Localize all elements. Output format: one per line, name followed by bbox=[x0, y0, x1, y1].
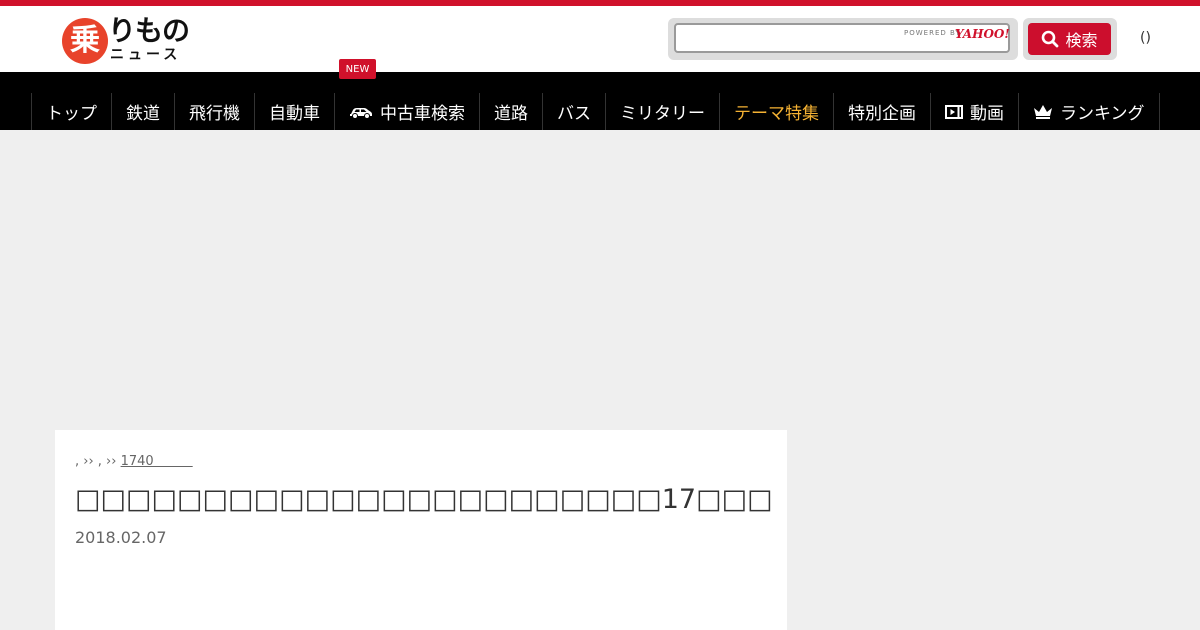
nav-item-military[interactable]: ミリタリー bbox=[606, 93, 720, 130]
logo-text-top: りもの bbox=[108, 14, 190, 47]
article-date: 2018.02.07 bbox=[75, 528, 167, 547]
nav-item-used-car-search[interactable]: 中古車検索 bbox=[335, 93, 480, 130]
nav-item-label: ミリタリー bbox=[620, 104, 705, 124]
nav-item-label: バス bbox=[557, 104, 591, 124]
account-link[interactable]: () bbox=[1140, 30, 1151, 46]
video-icon bbox=[945, 104, 963, 119]
nav-item-label: 道路 bbox=[494, 104, 528, 124]
site-logo[interactable]: 乗 りもの ニュース bbox=[62, 14, 202, 64]
nav-items: トップ 鉄道 飛行機 自動車 中古車検索 道路 バス ミリタリー テーマ特集 特… bbox=[31, 93, 1160, 130]
logo-mark: 乗 bbox=[62, 18, 108, 64]
breadcrumb: , ›› , ›› 1740 bbox=[75, 450, 193, 469]
crown-icon bbox=[1033, 104, 1053, 120]
new-badge: NEW bbox=[339, 59, 376, 79]
breadcrumb-link[interactable]: 1740 bbox=[121, 454, 193, 469]
breadcrumb-prefix: , ›› , ›› bbox=[75, 454, 121, 469]
nav-item-road[interactable]: 道路 bbox=[480, 93, 543, 130]
main-nav: トップ 鉄道 飛行機 自動車 中古車検索 道路 バス ミリタリー テーマ特集 特… bbox=[0, 72, 1200, 130]
powered-by-label: POWERED BY bbox=[904, 29, 961, 37]
nav-item-video[interactable]: 動画 bbox=[931, 93, 1019, 130]
nav-item-ranking[interactable]: ランキング bbox=[1019, 93, 1160, 130]
nav-item-theme[interactable]: テーマ特集 bbox=[720, 93, 834, 130]
nav-item-label: 自動車 bbox=[269, 104, 320, 124]
nav-item-label: 中古車検索 bbox=[380, 104, 465, 124]
logo-text-bottom: ニュース bbox=[110, 47, 182, 63]
yahoo-logo: YAHOO! bbox=[955, 27, 1010, 41]
nav-item-label: テーマ特集 bbox=[734, 104, 819, 124]
nav-item-label: 動画 bbox=[970, 104, 1004, 124]
search-icon bbox=[1041, 30, 1059, 48]
nav-item-label: ランキング bbox=[1060, 104, 1145, 124]
nav-item-car[interactable]: 自動車 bbox=[255, 93, 335, 130]
nav-item-bus[interactable]: バス bbox=[543, 93, 606, 130]
nav-item-label: 鉄道 bbox=[126, 104, 160, 124]
nav-item-aircraft[interactable]: 飛行機 bbox=[175, 93, 255, 130]
nav-item-label: 特別企画 bbox=[848, 104, 916, 124]
nav-item-special[interactable]: 特別企画 bbox=[834, 93, 931, 130]
car-icon bbox=[349, 105, 373, 119]
nav-item-label: トップ bbox=[46, 104, 97, 124]
nav-item-top[interactable]: トップ bbox=[32, 93, 112, 130]
search-button-label: 検索 bbox=[1065, 31, 1098, 50]
search-button[interactable]: 検索 bbox=[1028, 23, 1111, 55]
nav-item-railway[interactable]: 鉄道 bbox=[112, 93, 175, 130]
search-button-frame: 検索 bbox=[1023, 18, 1117, 60]
nav-item-label: 飛行機 bbox=[189, 104, 240, 124]
article-card: , ›› , ›› 1740 □□□□□□□□□□□□□□□□□□□□□□□17… bbox=[55, 430, 787, 630]
site-header: 乗 りもの ニュース bbox=[0, 6, 1200, 72]
article-title: □□□□□□□□□□□□□□□□□□□□□□□17□□□□□□□□□□□□□□4… bbox=[75, 484, 775, 515]
